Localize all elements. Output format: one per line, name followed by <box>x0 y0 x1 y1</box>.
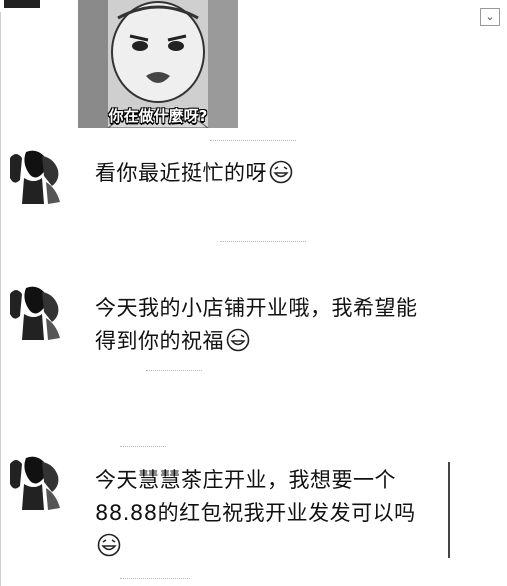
message-text-3: 今天慧慧茶庄开业，我想要一个 88.88的红包祝我开业发发可以吗 <box>95 464 416 563</box>
message-2-line-2: 得到你的祝福 <box>95 329 224 353</box>
message-3-line-1: 今天慧慧茶庄开业，我想要一个 <box>95 468 396 492</box>
window-left-border <box>0 0 1 586</box>
collapse-chevron-icon[interactable]: ⌄ <box>480 8 500 26</box>
message-2-line-1: 今天我的小店铺开业哦，我希望能 <box>95 296 418 320</box>
grin-emoji-icon <box>226 328 250 352</box>
avatar-sender[interactable] <box>6 148 64 206</box>
grin-emoji-icon <box>269 160 293 184</box>
divider-dots <box>220 241 306 242</box>
meme-image: 你在做什麼呀? <box>78 0 238 128</box>
avatar-sender[interactable] <box>6 284 64 342</box>
message-text-1: 看你最近挺忙的呀 <box>95 157 293 190</box>
message-text-2: 今天我的小店铺开业哦，我希望能 得到你的祝福 <box>95 292 418 358</box>
bubble-edge <box>448 462 450 558</box>
grin-emoji-icon <box>97 533 121 557</box>
message-3-line-2: 88.88的红包祝我开业发发可以吗 <box>95 501 416 525</box>
meme-caption: 你在做什麼呀? <box>108 107 208 125</box>
divider-dots <box>146 370 202 371</box>
avatar-sender[interactable] <box>6 454 64 512</box>
divider-dots <box>210 140 296 141</box>
divider-dots <box>120 446 166 447</box>
divider-dots <box>120 578 190 579</box>
avatar-partial-top <box>0 0 44 12</box>
message-1-text: 看你最近挺忙的呀 <box>95 161 267 185</box>
